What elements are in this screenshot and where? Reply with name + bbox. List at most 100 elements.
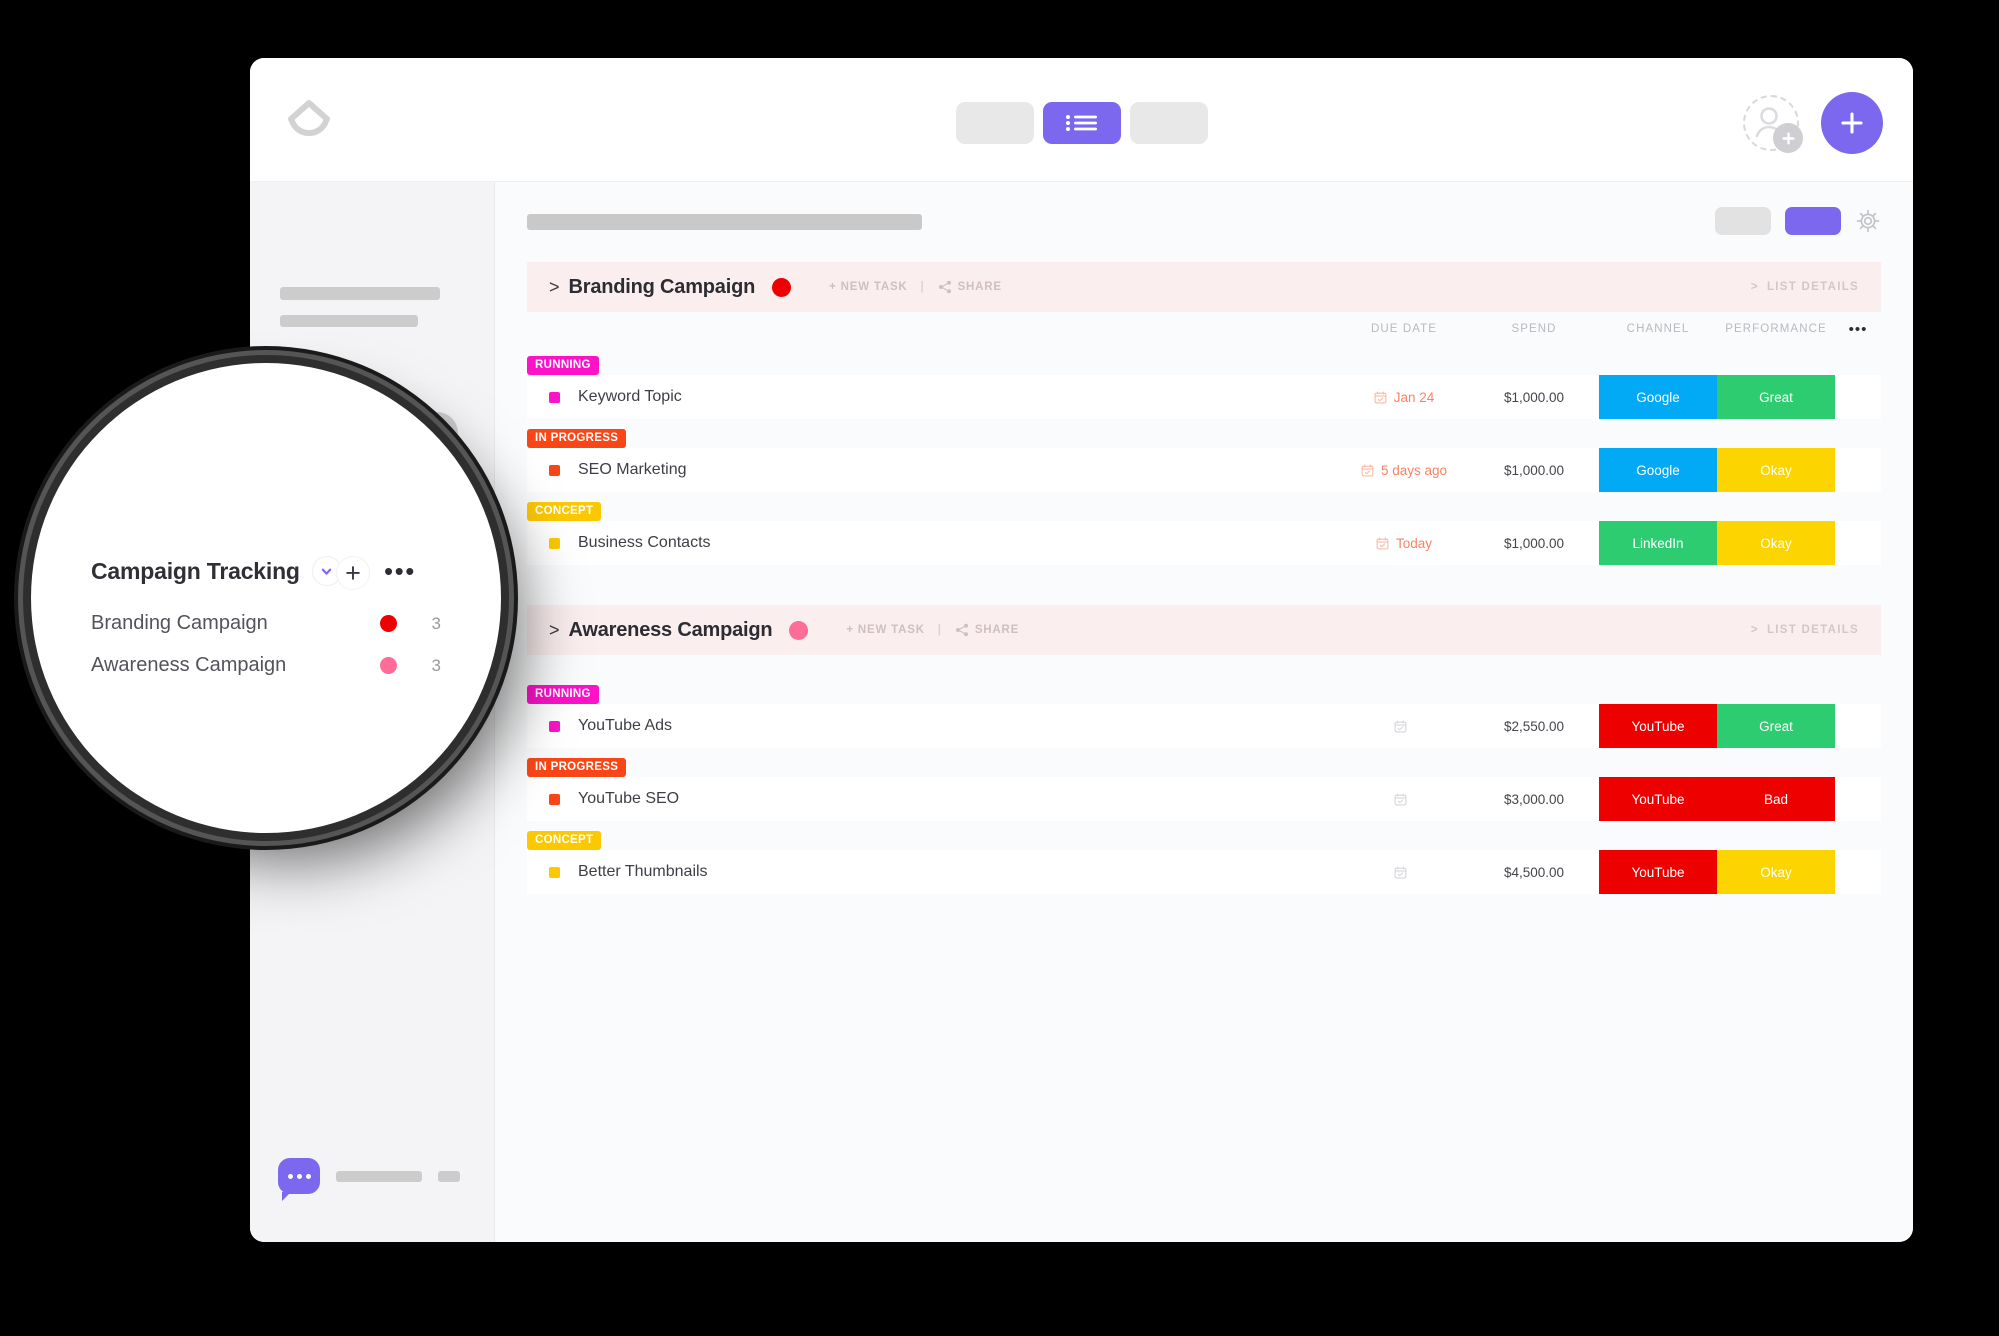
screenshot-stage: > Branding Campaign + NEW TASK | SHARE > LIST …	[0, 0, 1999, 1336]
spend-cell[interactable]: $1,000.00	[1469, 390, 1599, 405]
due-date-cell[interactable]	[1339, 720, 1469, 733]
status-group: CONCEPT Business Contacts Today $1,000.00 Li…	[495, 501, 1913, 565]
calendar-icon	[1361, 464, 1374, 476]
status-badge[interactable]: RUNNING	[527, 356, 599, 375]
magnified-list-item[interactable]: Branding Campaign 3	[91, 612, 441, 635]
calendar-icon	[1394, 720, 1407, 732]
column-header-spend[interactable]: SPEND	[1469, 323, 1599, 335]
column-header-channel[interactable]: CHANNEL	[1599, 323, 1717, 335]
share-button[interactable]: SHARE	[938, 280, 1002, 294]
spend-cell[interactable]: $3,000.00	[1469, 792, 1599, 807]
main-toolbar	[495, 182, 1913, 262]
spend-cell[interactable]: $4,500.00	[1469, 865, 1599, 880]
chat-button[interactable]	[278, 1158, 320, 1201]
toolbar-filter-button[interactable]	[1715, 207, 1771, 235]
status-badge[interactable]: IN PROGRESS	[527, 429, 627, 448]
status-badge[interactable]: CONCEPT	[527, 502, 602, 521]
list-details-label: LIST DETAILS	[1766, 281, 1859, 293]
view-toggle-list[interactable]	[1042, 102, 1121, 144]
sidebar-subtitle-placeholder	[280, 315, 418, 327]
chat-dot	[305, 1173, 311, 1179]
app-logo-icon[interactable]	[282, 94, 336, 148]
plus-icon	[1841, 112, 1863, 134]
column-options-button[interactable]: •••	[1835, 321, 1881, 338]
channel-cell[interactable]: Google	[1599, 375, 1717, 419]
expand-caret-icon[interactable]: >	[549, 278, 560, 296]
task-row[interactable]: Keyword Topic Jan 24 $1,000.00 Google Great	[527, 375, 1881, 419]
task-name-cell: Better Thumbnails	[549, 863, 1339, 881]
campaign-group-actions: + NEW TASK | SHARE	[846, 623, 1019, 637]
due-date-cell[interactable]: Today	[1339, 536, 1469, 551]
task-row[interactable]: Business Contacts Today $1,000.00 LinkedIn O…	[527, 521, 1881, 565]
due-date-cell[interactable]: 5 days ago	[1339, 463, 1469, 478]
new-task-button[interactable]: + NEW TASK	[829, 281, 907, 293]
due-date-cell[interactable]	[1339, 793, 1469, 806]
performance-cell[interactable]: Bad	[1717, 777, 1835, 821]
column-headers: DUE DATE SPEND CHANNEL PERFORMANCE •••	[527, 312, 1881, 346]
list-details-button[interactable]: > LIST DETAILS	[1751, 624, 1859, 636]
task-row[interactable]: Better Thumbnails $4,500.00 YouTube Okay	[527, 850, 1881, 894]
channel-cell[interactable]: YouTube	[1599, 777, 1717, 821]
expand-caret-icon[interactable]: >	[549, 621, 560, 639]
campaign-groups: > Branding Campaign + NEW TASK | SHARE > LIST …	[495, 262, 1913, 894]
due-date-cell[interactable]: Jan 24	[1339, 390, 1469, 405]
task-row[interactable]: SEO Marketing 5 days ago $1,000.00 Google Ok…	[527, 448, 1881, 492]
performance-cell[interactable]: Great	[1717, 704, 1835, 748]
task-name: Better Thumbnails	[578, 863, 708, 880]
task-row[interactable]: YouTube SEO $3,000.00 YouTube Bad	[527, 777, 1881, 821]
row-tail-cell	[1835, 704, 1881, 748]
invite-plus-badge	[1773, 123, 1803, 153]
magnified-list-item-count: 3	[431, 655, 441, 675]
performance-cell[interactable]: Okay	[1717, 521, 1835, 565]
task-name: SEO Marketing	[578, 461, 687, 478]
magnified-list-item-label: Awareness Campaign	[91, 654, 287, 676]
magnified-list-item[interactable]: Awareness Campaign 3	[91, 654, 441, 677]
channel-cell[interactable]: Google	[1599, 448, 1717, 492]
performance-cell[interactable]: Okay	[1717, 850, 1835, 894]
status-badge[interactable]: CONCEPT	[527, 831, 602, 850]
column-header-performance[interactable]: PERFORMANCE	[1717, 323, 1835, 335]
magnified-more-options-button[interactable]: •••	[384, 558, 416, 584]
performance-cell[interactable]: Okay	[1717, 448, 1835, 492]
performance-cell[interactable]: Great	[1717, 375, 1835, 419]
task-name: YouTube Ads	[578, 717, 673, 734]
channel-cell[interactable]: LinkedIn	[1599, 521, 1717, 565]
toolbar-primary-button[interactable]	[1785, 207, 1841, 235]
due-date-cell[interactable]	[1339, 866, 1469, 879]
column-header-due-date[interactable]: DUE DATE	[1339, 323, 1469, 335]
row-tail-cell	[1835, 777, 1881, 821]
task-row[interactable]: YouTube Ads $2,550.00 YouTube Great	[527, 704, 1881, 748]
top-bar	[250, 58, 1913, 182]
task-status-square	[549, 720, 560, 732]
list-details-button[interactable]: > LIST DETAILS	[1751, 281, 1859, 293]
spend-cell[interactable]: $2,550.00	[1469, 719, 1599, 734]
task-name-cell: YouTube Ads	[549, 717, 1339, 735]
share-icon	[938, 280, 951, 294]
new-task-button[interactable]: + NEW TASK	[846, 624, 924, 636]
spend-cell[interactable]: $1,000.00	[1469, 536, 1599, 551]
status-group: IN PROGRESS YouTube SEO $3,000.00 YouTube Ba…	[495, 757, 1913, 821]
view-toggle-calendar[interactable]	[1129, 102, 1208, 144]
sidebar-footer	[278, 1158, 460, 1201]
magnified-list-header: Campaign Tracking	[91, 556, 342, 586]
invite-user-button[interactable]	[1743, 95, 1803, 153]
status-dot	[772, 277, 792, 297]
share-button[interactable]: SHARE	[955, 623, 1019, 637]
campaign-group-header[interactable]: > Branding Campaign + NEW TASK | SHARE > LIST …	[527, 262, 1881, 312]
channel-cell[interactable]: YouTube	[1599, 850, 1717, 894]
spend-cell[interactable]: $1,000.00	[1469, 463, 1599, 478]
campaign-group-header[interactable]: > Awareness Campaign + NEW TASK | SHARE > LIST…	[527, 605, 1881, 655]
channel-cell[interactable]: YouTube	[1599, 704, 1717, 748]
status-badge[interactable]: IN PROGRESS	[527, 758, 627, 777]
view-toggle-board[interactable]	[955, 102, 1034, 144]
status-badge[interactable]: RUNNING	[527, 685, 599, 704]
campaign-group-title: Awareness Campaign	[568, 618, 773, 641]
magnified-add-list-button[interactable]: +	[336, 556, 370, 590]
row-tail-cell	[1835, 448, 1881, 492]
share-button-label: SHARE	[957, 281, 1002, 293]
add-button[interactable]	[1821, 92, 1883, 154]
row-tail-cell	[1835, 850, 1881, 894]
gear-icon[interactable]	[1855, 208, 1881, 234]
status-dot	[789, 620, 809, 640]
task-name-cell: Keyword Topic	[549, 388, 1339, 406]
